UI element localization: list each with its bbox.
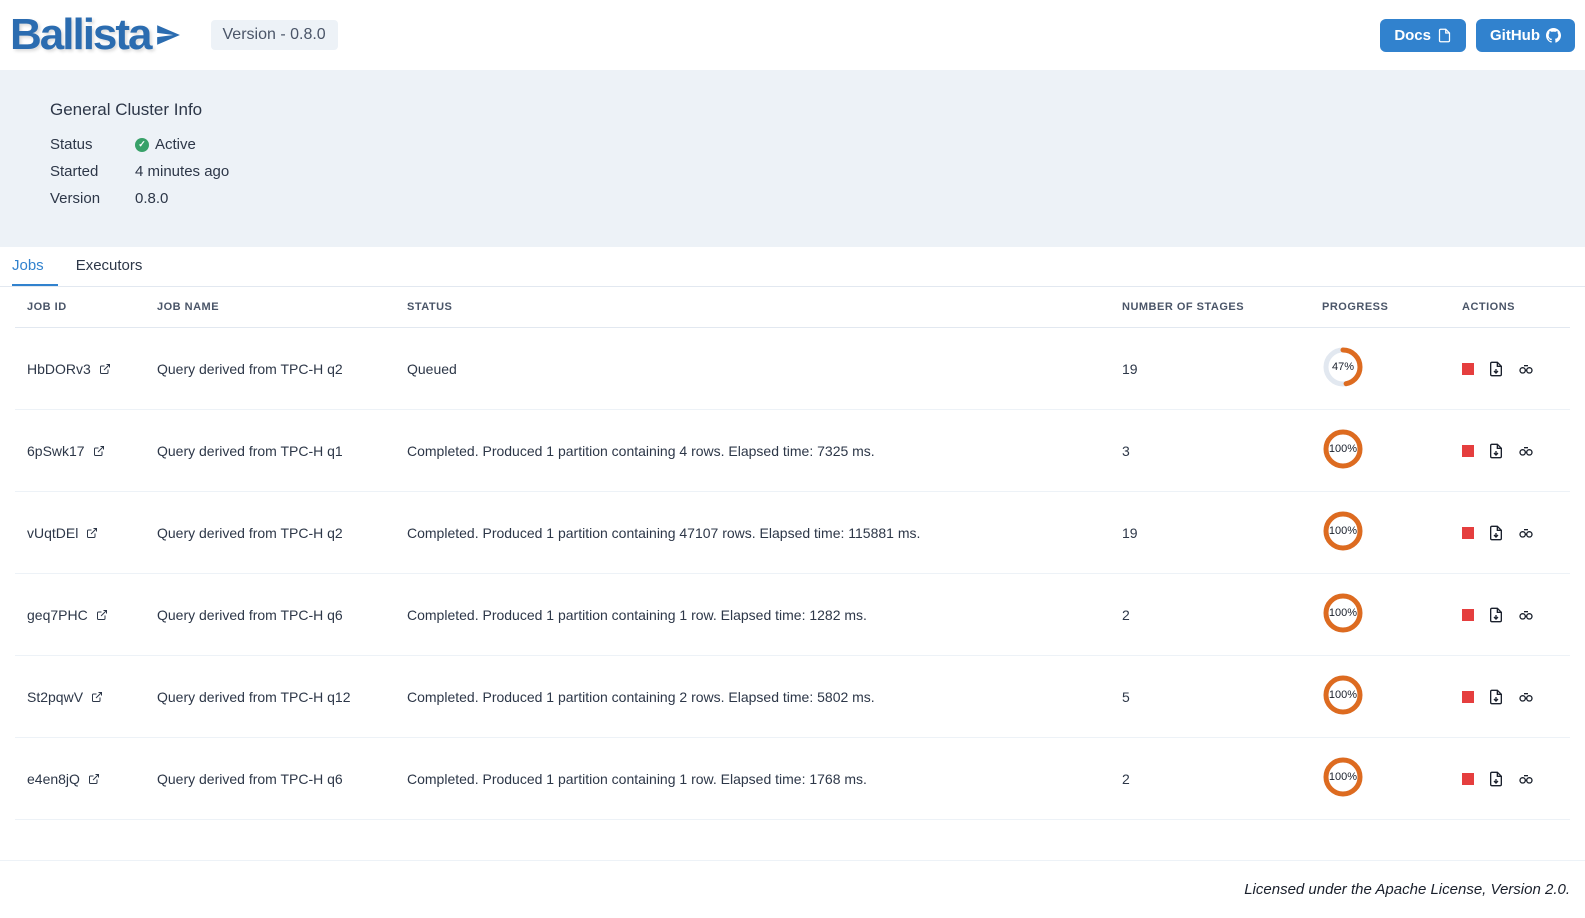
logo-text: Ballista <box>10 10 151 60</box>
external-link-icon[interactable] <box>99 363 111 375</box>
tab-executors[interactable]: Executors <box>76 247 157 286</box>
stop-button[interactable] <box>1462 445 1474 457</box>
footer-license: Licensed under the Apache License, Versi… <box>0 860 1585 918</box>
progress-ring: 47% <box>1322 346 1364 388</box>
version-label: Version <box>50 190 135 207</box>
table-row: 6pSwk17 Query derived from TPC-H q1 Comp… <box>15 410 1570 492</box>
tabs: Jobs Executors <box>0 247 1585 287</box>
download-icon[interactable] <box>1488 607 1504 623</box>
job-name: Query derived from TPC-H q2 <box>145 492 395 574</box>
job-status: Completed. Produced 1 partition containi… <box>395 410 1110 492</box>
status-value: Active <box>155 136 196 153</box>
progress-ring: 100% <box>1322 428 1364 470</box>
binoculars-icon[interactable] <box>1518 689 1534 705</box>
progress-value: 47% <box>1322 346 1364 388</box>
external-link-icon[interactable] <box>86 527 98 539</box>
job-stages: 2 <box>1110 574 1310 656</box>
github-button[interactable]: GitHub <box>1476 19 1575 52</box>
started-value: 4 minutes ago <box>135 163 229 180</box>
table-row: HbDORv3 Query derived from TPC-H q2 Queu… <box>15 328 1570 410</box>
stop-button[interactable] <box>1462 609 1474 621</box>
header: Ballista Version - 0.8.0 Docs GitHub <box>0 0 1585 70</box>
binoculars-icon[interactable] <box>1518 361 1534 377</box>
tab-jobs[interactable]: Jobs <box>12 247 58 286</box>
job-status: Queued <box>395 328 1110 410</box>
job-stages: 2 <box>1110 738 1310 820</box>
download-icon[interactable] <box>1488 525 1504 541</box>
progress-value: 100% <box>1322 428 1364 470</box>
external-link-icon[interactable] <box>91 691 103 703</box>
job-name: Query derived from TPC-H q1 <box>145 410 395 492</box>
binoculars-icon[interactable] <box>1518 771 1534 787</box>
col-job-id[interactable]: JOB ID <box>15 287 145 328</box>
job-status: Completed. Produced 1 partition containi… <box>395 656 1110 738</box>
job-id: geq7PHC <box>27 607 88 623</box>
col-progress[interactable]: PROGRESS <box>1310 287 1450 328</box>
job-id: 6pSwk17 <box>27 443 85 459</box>
job-id: HbDORv3 <box>27 361 91 377</box>
job-id: St2pqwV <box>27 689 83 705</box>
external-link-icon[interactable] <box>88 773 100 785</box>
docs-button[interactable]: Docs <box>1380 19 1466 52</box>
started-label: Started <box>50 163 135 180</box>
job-stages: 19 <box>1110 328 1310 410</box>
progress-ring: 100% <box>1322 592 1364 634</box>
job-status: Completed. Produced 1 partition containi… <box>395 574 1110 656</box>
cluster-info-title: General Cluster Info <box>50 100 1535 120</box>
stop-button[interactable] <box>1462 691 1474 703</box>
github-icon <box>1546 28 1561 43</box>
progress-ring: 100% <box>1322 756 1364 798</box>
binoculars-icon[interactable] <box>1518 525 1534 541</box>
binoculars-icon[interactable] <box>1518 443 1534 459</box>
job-status: Completed. Produced 1 partition containi… <box>395 492 1110 574</box>
github-button-label: GitHub <box>1490 27 1540 44</box>
status-active-icon <box>135 138 149 152</box>
job-stages: 19 <box>1110 492 1310 574</box>
stop-button[interactable] <box>1462 363 1474 375</box>
download-icon[interactable] <box>1488 771 1504 787</box>
progress-value: 100% <box>1322 756 1364 798</box>
binoculars-icon[interactable] <box>1518 607 1534 623</box>
job-name: Query derived from TPC-H q6 <box>145 738 395 820</box>
progress-value: 100% <box>1322 510 1364 552</box>
progress-ring: 100% <box>1322 510 1364 552</box>
job-name: Query derived from TPC-H q2 <box>145 328 395 410</box>
download-icon[interactable] <box>1488 361 1504 377</box>
version-badge: Version - 0.8.0 <box>211 20 338 50</box>
cluster-info-panel: General Cluster Info Status Active Start… <box>0 70 1585 247</box>
download-icon[interactable] <box>1488 443 1504 459</box>
col-status[interactable]: STATUS <box>395 287 1110 328</box>
job-id: e4en8jQ <box>27 771 80 787</box>
table-row: e4en8jQ Query derived from TPC-H q6 Comp… <box>15 738 1570 820</box>
job-stages: 3 <box>1110 410 1310 492</box>
table-row: St2pqwV Query derived from TPC-H q12 Com… <box>15 656 1570 738</box>
external-link-icon[interactable] <box>93 445 105 457</box>
download-icon[interactable] <box>1488 689 1504 705</box>
progress-ring: 100% <box>1322 674 1364 716</box>
jobs-table: JOB ID JOB NAME STATUS NUMBER OF STAGES … <box>15 287 1570 820</box>
progress-value: 100% <box>1322 674 1364 716</box>
job-name: Query derived from TPC-H q12 <box>145 656 395 738</box>
jobs-table-wrap: JOB ID JOB NAME STATUS NUMBER OF STAGES … <box>0 287 1585 820</box>
table-row: geq7PHC Query derived from TPC-H q6 Comp… <box>15 574 1570 656</box>
table-row: vUqtDEl Query derived from TPC-H q2 Comp… <box>15 492 1570 574</box>
docs-button-label: Docs <box>1394 27 1431 44</box>
col-stages[interactable]: NUMBER OF STAGES <box>1110 287 1310 328</box>
job-status: Completed. Produced 1 partition containi… <box>395 738 1110 820</box>
logo: Ballista <box>10 10 181 60</box>
version-value: 0.8.0 <box>135 190 168 207</box>
col-actions[interactable]: ACTIONS <box>1450 287 1570 328</box>
progress-value: 100% <box>1322 592 1364 634</box>
status-label: Status <box>50 136 135 153</box>
job-name: Query derived from TPC-H q6 <box>145 574 395 656</box>
document-icon <box>1437 28 1452 43</box>
job-id: vUqtDEl <box>27 525 78 541</box>
stop-button[interactable] <box>1462 527 1474 539</box>
stop-button[interactable] <box>1462 773 1474 785</box>
logo-arrow-icon <box>155 22 181 48</box>
job-stages: 5 <box>1110 656 1310 738</box>
external-link-icon[interactable] <box>96 609 108 621</box>
col-job-name[interactable]: JOB NAME <box>145 287 395 328</box>
